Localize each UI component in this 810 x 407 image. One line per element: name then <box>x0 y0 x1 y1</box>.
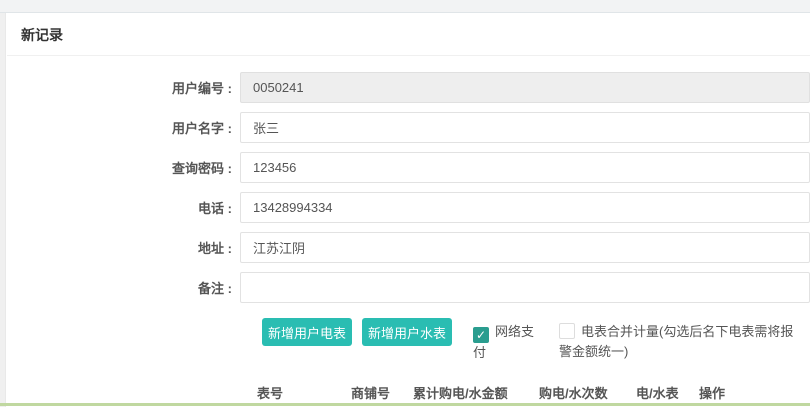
user-name-label: 用户名字 : <box>7 118 240 137</box>
user-id-label: 用户编号 : <box>7 78 240 97</box>
form-row-address: 地址 : <box>7 232 810 263</box>
action-row: 新增用户电表 新增用户水表 ✓网络支付 电表合并计量(勾选后名下电表需将报警金额… <box>262 318 810 363</box>
add-water-meter-button[interactable]: 新增用户水表 <box>362 318 452 346</box>
merge-metering-option: 电表合并计量(勾选后名下电表需将报警金额统一) <box>559 322 797 362</box>
remark-input[interactable] <box>240 272 810 303</box>
form-row-remark: 备注 : <box>7 272 810 303</box>
network-payment-checkbox[interactable]: ✓ <box>473 327 489 343</box>
panel-title: 新记录 <box>7 14 810 56</box>
form-row-user-id: 用户编号 : <box>7 72 810 103</box>
query-password-input[interactable] <box>240 152 810 183</box>
col-header-meter-no: 表号 <box>253 383 351 402</box>
form: 用户编号 : 用户名字 : 查询密码 : 电话 : 地址 : 备注 : 新增用户… <box>7 56 810 407</box>
phone-input[interactable] <box>240 192 810 223</box>
new-record-panel: 新记录 用户编号 : 用户名字 : 查询密码 : 电话 : 地址 : 备注 : <box>7 14 810 404</box>
bottom-accent-line <box>0 403 810 406</box>
address-input[interactable] <box>240 232 810 263</box>
form-row-phone: 电话 : <box>7 192 810 223</box>
address-label: 地址 : <box>7 238 240 257</box>
remark-label: 备注 : <box>7 278 240 297</box>
col-header-meter-type: 电/水表 <box>636 383 699 402</box>
query-password-label: 查询密码 : <box>7 158 240 177</box>
top-bar <box>0 0 810 13</box>
left-gutter <box>0 0 6 407</box>
user-name-input[interactable] <box>240 112 810 143</box>
form-row-query-password: 查询密码 : <box>7 152 810 183</box>
phone-label: 电话 : <box>7 198 240 217</box>
col-header-shop-no: 商铺号 <box>351 383 413 402</box>
merge-metering-checkbox[interactable] <box>559 323 575 339</box>
col-header-actions: 操作 <box>699 383 810 402</box>
user-id-input[interactable] <box>240 72 810 103</box>
col-header-purchase-count: 购电/水次数 <box>539 383 636 402</box>
network-payment-option: ✓网络支付 <box>473 322 539 363</box>
col-header-total-purchase-amount: 累计购电/水金额 <box>413 383 539 402</box>
form-row-user-name: 用户名字 : <box>7 112 810 143</box>
add-electric-meter-button[interactable]: 新增用户电表 <box>262 318 352 346</box>
merge-metering-label: 电表合并计量(勾选后名下电表需将报警金额统一) <box>559 324 793 359</box>
